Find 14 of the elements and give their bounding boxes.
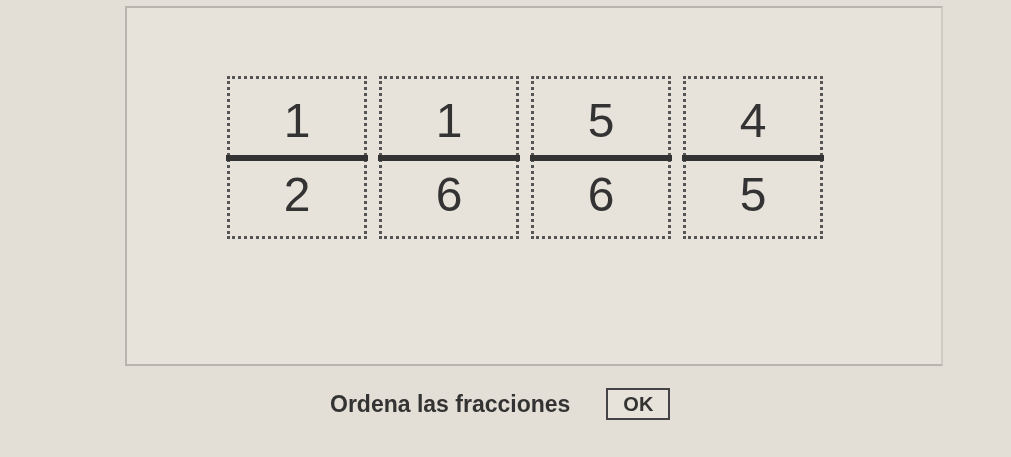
denominator: 5 — [739, 166, 767, 223]
instruction-text: Ordena las fracciones — [330, 390, 571, 418]
denominator: 6 — [435, 166, 463, 223]
denominator: 6 — [587, 166, 615, 223]
numerator: 1 — [435, 92, 463, 149]
numerator: 5 — [587, 92, 615, 149]
ok-button[interactable]: OK — [606, 388, 671, 420]
numerator: 4 — [739, 92, 767, 149]
numerator: 1 — [283, 92, 311, 149]
fraction-card[interactable]: 4 5 — [683, 76, 823, 239]
fraction-card[interactable]: 5 6 — [531, 76, 671, 239]
fraction-card[interactable]: 1 6 — [379, 76, 519, 239]
fraction-card[interactable]: 1 2 — [227, 76, 367, 239]
denominator: 2 — [283, 166, 311, 223]
